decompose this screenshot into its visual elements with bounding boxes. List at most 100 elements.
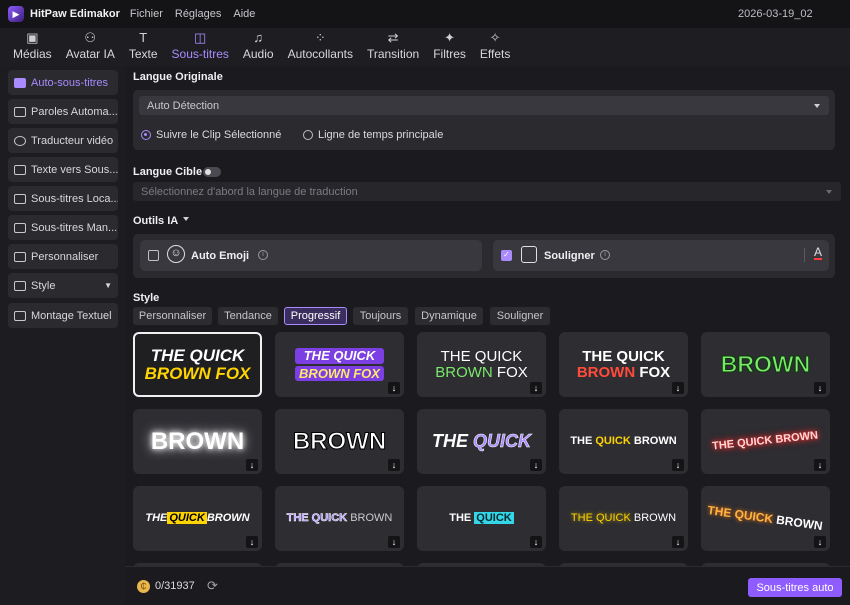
style-card-3[interactable]: THE QUICK BROWN FOX ↓ (417, 332, 546, 397)
tab-label: Texte (128, 47, 158, 61)
download-icon[interactable]: ↓ (672, 536, 684, 548)
radio-main-timeline[interactable]: Ligne de temps principale (303, 129, 443, 141)
menu-reglages[interactable]: Réglages (175, 8, 221, 20)
tab-audio[interactable]: ♫ Audio (236, 28, 281, 66)
style-tab-toujours[interactable]: Toujours (353, 307, 408, 325)
style-card-2[interactable]: THE QUICK BROWN FOX ↓ (275, 332, 404, 397)
info-icon[interactable]: i (600, 250, 610, 260)
card-line-2: BROWN FOX (295, 365, 384, 382)
card-text: BROWN (720, 351, 811, 378)
download-icon[interactable]: ↓ (388, 536, 400, 548)
original-language-select[interactable]: Auto Détection (139, 96, 829, 115)
style-tab-progressif[interactable]: Progressif (284, 307, 347, 325)
style-card-7[interactable]: BROWN ↓ (275, 409, 404, 474)
download-icon[interactable]: ↓ (530, 382, 542, 394)
sidebar-item-sous-titres-manuels[interactable]: Sous-titres Man... (8, 215, 118, 240)
style-card-8[interactable]: THE QUICK ↓ (417, 409, 546, 474)
sidebar-item-montage-textuel[interactable]: Montage Textuel (8, 303, 118, 328)
download-icon[interactable]: ↓ (388, 459, 400, 471)
refresh-icon[interactable]: ⟳ (207, 578, 218, 594)
style-card-6[interactable]: BROWN ↓ (133, 409, 262, 474)
tab-texte[interactable]: T Texte (122, 28, 165, 66)
style-card-11[interactable]: THE QUICK BROWN ↓ (133, 486, 262, 551)
style-tab-dynamique[interactable]: Dynamique (415, 307, 483, 325)
style-card-10[interactable]: THE QUICK BROWN ↓ (701, 409, 830, 474)
info-icon[interactable]: i (258, 250, 268, 260)
sidebar-item-texte-vers-sous-titres[interactable]: Texte vers Sous... (8, 157, 118, 182)
style-card-4[interactable]: THE QUICK BROWN FOX ↓ (559, 332, 688, 397)
target-language-select[interactable]: Sélectionnez d'abord la langue de traduc… (133, 182, 841, 201)
card-text: THE QUICK BROWN (145, 511, 250, 525)
subtitle-panel: Langue Originale Auto Détection Suivre l… (125, 66, 850, 605)
target-language-heading: Langue Cible (133, 166, 203, 178)
style-tab-souligner[interactable]: Souligner (490, 307, 550, 325)
tab-transition[interactable]: ⇄ Transition (360, 28, 426, 66)
tab-label: Audio (242, 47, 274, 61)
style-card-1[interactable]: THE QUICK BROWN FOX (133, 332, 262, 397)
card-word-highlight: QUICK (595, 434, 631, 447)
chevron-down-icon (814, 103, 820, 108)
cc-icon (14, 77, 26, 88)
subtitle-sidebar: Auto-sous-titres Paroles Automa... Tradu… (0, 66, 125, 605)
sidebar-item-sous-titres-locaux[interactable]: Sous-titres Loca... (8, 186, 118, 211)
card-word-highlight: QUICK (167, 511, 207, 524)
chevron-down-icon (826, 189, 832, 194)
download-icon[interactable]: ↓ (388, 382, 400, 394)
download-icon[interactable]: ↓ (672, 459, 684, 471)
card-word: FOX (639, 363, 671, 381)
download-icon[interactable]: ↓ (530, 536, 542, 548)
sidebar-item-label: Paroles Automa... (31, 105, 118, 118)
card-line-2: BROWN FOX (144, 363, 251, 383)
style-card-13[interactable]: THE QUICK ↓ (417, 486, 546, 551)
chevron-down-icon: ▼ (104, 281, 112, 290)
download-icon[interactable]: ↓ (246, 459, 258, 471)
tab-effets[interactable]: ✧ Effets (473, 28, 517, 66)
tab-filtres[interactable]: ✦ Filtres (426, 28, 473, 66)
filters-icon: ✦ (444, 30, 455, 45)
download-icon[interactable]: ↓ (814, 459, 826, 471)
download-icon[interactable]: ↓ (530, 459, 542, 471)
style-card-14[interactable]: THE QUICK BROWN ↓ (559, 486, 688, 551)
avatar-ia-icon: ⚇ (84, 30, 97, 45)
text-color-icon[interactable]: A (814, 246, 823, 260)
style-tab-tendance[interactable]: Tendance (218, 307, 278, 325)
tab-avatar-ia[interactable]: ⚇ Avatar IA (59, 28, 122, 66)
credits-count: 0/31937 (155, 580, 195, 592)
tab-label: Sous-titres (171, 47, 229, 61)
auto-emoji-checkbox[interactable] (148, 250, 159, 261)
tab-medias[interactable]: ▣ Médias (6, 28, 59, 66)
app-logo-icon: ▶ (8, 6, 24, 22)
download-icon[interactable]: ↓ (814, 382, 826, 394)
style-card-5[interactable]: BROWN ↓ (701, 332, 830, 397)
sidebar-item-style[interactable]: Style ▼ (8, 273, 118, 298)
radio-follow-clip[interactable]: Suivre le Clip Sélectionné (141, 129, 281, 141)
lyrics-icon (14, 106, 26, 117)
text-icon: T (139, 30, 148, 45)
menu-fichier[interactable]: Fichier (130, 8, 163, 20)
project-name: 2026-03-19_02 (738, 8, 813, 20)
tab-autocollants[interactable]: ⁘ Autocollants (281, 28, 360, 66)
sidebar-item-personnaliser[interactable]: Personnaliser (8, 244, 118, 269)
auto-subtitles-button[interactable]: Sous-titres auto (748, 578, 842, 597)
style-tab-personnaliser[interactable]: Personnaliser (133, 307, 212, 325)
tab-sous-titres[interactable]: ◫ Sous-titres (165, 28, 236, 66)
download-icon[interactable]: ↓ (814, 536, 826, 548)
card-word-highlight: QUICK (474, 511, 514, 524)
card-text: THE QUICK BROWN FOX (577, 348, 671, 381)
sidebar-item-traducteur-video[interactable]: Traducteur vidéo (8, 128, 118, 153)
sidebar-item-paroles-automatiques[interactable]: Paroles Automa... (8, 99, 118, 124)
style-card-15[interactable]: THE QUICK BROWN ↓ (701, 486, 830, 551)
ai-tools-heading[interactable]: Outils IA (133, 215, 178, 227)
underline-checkbox[interactable]: ✓ (501, 250, 512, 261)
chevron-down-icon[interactable] (183, 217, 189, 221)
target-language-toggle[interactable] (203, 167, 221, 177)
sidebar-item-label: Style (31, 279, 56, 292)
sidebar-item-auto-sous-titres[interactable]: Auto-sous-titres (8, 70, 118, 95)
menu-aide[interactable]: Aide (233, 8, 255, 20)
download-icon[interactable]: ↓ (672, 382, 684, 394)
card-line-1: THE QUICK (295, 347, 384, 364)
style-card-12[interactable]: THE QUICK BROWN ↓ (275, 486, 404, 551)
style-card-9[interactable]: THE QUICK BROWN ↓ (559, 409, 688, 474)
card-text: THE QUICK BROWN FOX (144, 346, 251, 383)
download-icon[interactable]: ↓ (246, 536, 258, 548)
